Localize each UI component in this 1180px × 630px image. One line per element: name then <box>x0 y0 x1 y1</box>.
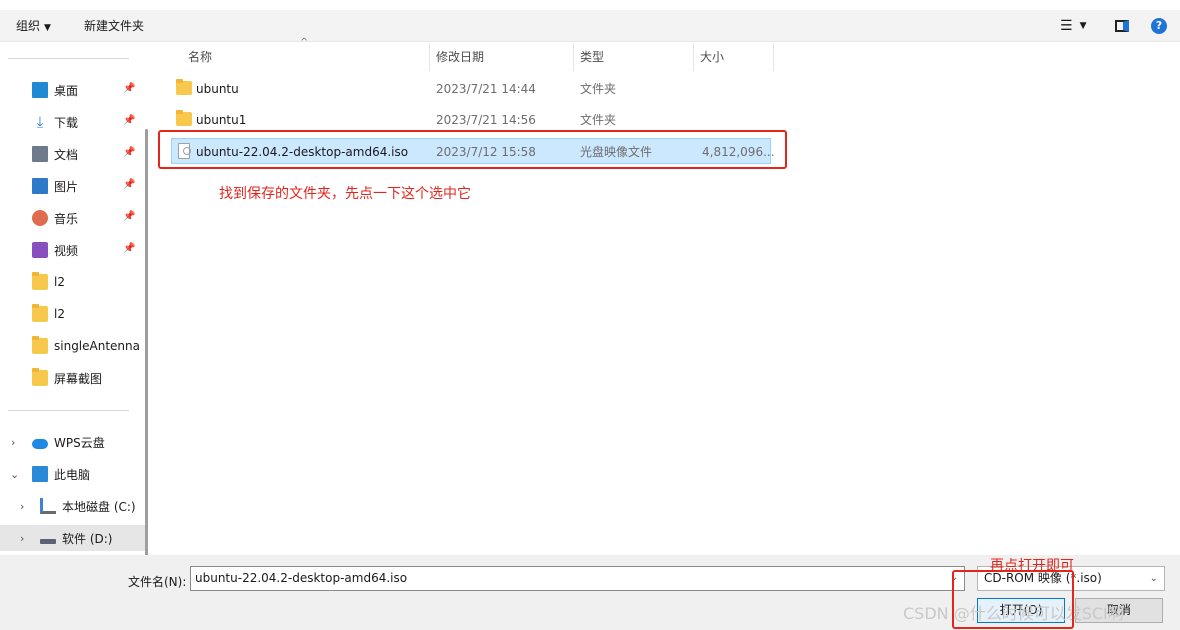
toolbar: 组织 ▼ 新建文件夹 ☰ ▼ ? <box>0 10 1180 42</box>
nav-item-this-pc[interactable]: ⌄ 此电脑 <box>0 461 145 487</box>
pictures-icon <box>32 178 48 194</box>
nav-item-downloads[interactable]: ⤓ 下载 📌 <box>0 109 145 135</box>
nav-item-label: 此电脑 <box>54 467 91 482</box>
column-divider[interactable] <box>429 43 430 71</box>
file-list: ^ 名称 修改日期 类型 大小 ubuntu 2023/7/21 14:44 文… <box>155 37 1180 555</box>
column-header-modified[interactable]: 修改日期 <box>436 43 566 71</box>
nav-scrollbar[interactable] <box>145 129 148 557</box>
chevron-right-icon[interactable]: › <box>11 436 15 449</box>
nav-item-folder-screenshots[interactable]: 屏幕截图 <box>0 365 145 391</box>
nav-divider <box>8 58 129 59</box>
nav-item-label: singleAntenna <box>54 339 140 353</box>
folder-icon <box>32 272 48 290</box>
folder-icon <box>176 79 192 95</box>
nav-item-folder-l2[interactable]: l2 <box>0 269 145 295</box>
pin-icon[interactable]: 📌 <box>123 115 135 127</box>
computer-icon <box>32 466 48 482</box>
music-icon <box>32 210 48 226</box>
nav-item-label: 图片 <box>54 179 79 194</box>
view-options-button[interactable]: ☰ ▼ <box>1060 16 1086 36</box>
nav-item-label: 文档 <box>54 147 79 162</box>
desktop-icon <box>32 82 48 98</box>
drive-icon <box>40 498 56 514</box>
nav-item-videos[interactable]: 视频 📌 <box>0 237 145 263</box>
file-name: ubuntu <box>196 82 239 96</box>
nav-item-label: 桌面 <box>54 83 79 98</box>
nav-item-pictures[interactable]: 图片 📌 <box>0 173 145 199</box>
nav-item-label: 软件 (D:) <box>62 531 113 546</box>
nav-item-documents[interactable]: 文档 📌 <box>0 141 145 167</box>
nav-item-label: 下载 <box>54 115 79 130</box>
filename-input[interactable]: ubuntu-22.04.2-desktop-amd64.iso <box>190 566 965 591</box>
file-type: 文件夹 <box>580 82 617 96</box>
nav-item-label: l2 <box>54 307 65 321</box>
nav-item-software-disk-d[interactable]: › 软件 (D:) <box>0 525 145 551</box>
nav-item-label: 本地磁盘 (C:) <box>62 499 136 514</box>
column-divider[interactable] <box>773 43 774 71</box>
pin-icon[interactable]: 📌 <box>123 243 135 255</box>
column-divider[interactable] <box>693 43 694 71</box>
dialog-footer: 文件名(N): ubuntu-22.04.2-desktop-amd64.iso… <box>0 555 1180 630</box>
nav-item-music[interactable]: 音乐 📌 <box>0 205 145 231</box>
column-header-name[interactable]: 名称 <box>188 43 428 71</box>
organize-label: 组织 <box>16 19 41 33</box>
nav-item-folder-singleantenna[interactable]: singleAntenna <box>0 333 145 359</box>
file-modified: 2023/7/21 14:44 <box>436 82 536 96</box>
nav-item-local-disk-c[interactable]: › 本地磁盘 (C:) <box>0 493 145 519</box>
nav-item-label: 音乐 <box>54 211 79 226</box>
annotation-highlight-box <box>158 130 787 169</box>
help-icon: ? <box>1151 18 1167 34</box>
folder-icon <box>32 304 48 322</box>
pin-icon[interactable]: 📌 <box>123 211 135 223</box>
chevron-right-icon[interactable]: › <box>20 532 24 545</box>
folder-icon <box>176 110 192 126</box>
document-icon <box>32 146 48 162</box>
download-icon: ⤓ <box>36 113 44 131</box>
chevron-right-icon[interactable]: › <box>20 500 24 513</box>
preview-pane-icon <box>1115 20 1129 32</box>
nav-divider <box>8 410 129 411</box>
nav-item-desktop[interactable]: 桌面 📌 <box>0 77 145 103</box>
preview-pane-button[interactable] <box>1115 16 1129 36</box>
drive-icon <box>40 538 56 544</box>
organize-button[interactable]: 组织 ▼ <box>16 16 51 36</box>
nav-item-label: 视频 <box>54 243 79 258</box>
folder-icon <box>32 336 48 354</box>
chevron-down-icon[interactable]: ⌄ <box>10 468 19 481</box>
nav-item-label: l2 <box>54 275 65 289</box>
nav-item-wps-cloud[interactable]: › WPS云盘 <box>0 429 145 455</box>
nav-item-folder-l2-2[interactable]: l2 <box>0 301 145 327</box>
chevron-down-icon: ⌄ <box>1149 573 1158 584</box>
pin-icon[interactable]: 📌 <box>123 147 135 159</box>
chevron-down-icon: ▼ <box>1079 21 1087 31</box>
list-view-icon: ☰ <box>1060 18 1073 34</box>
filename-label: 文件名(N): <box>128 575 187 589</box>
chevron-down-icon: ▼ <box>44 23 51 33</box>
column-divider[interactable] <box>573 43 574 71</box>
cloud-icon <box>32 438 48 449</box>
pin-icon[interactable]: 📌 <box>123 179 135 191</box>
new-folder-button[interactable]: 新建文件夹 <box>84 16 144 36</box>
column-header-size[interactable]: 大小 <box>700 43 770 71</box>
pin-icon[interactable]: 📌 <box>123 83 135 95</box>
file-row[interactable]: ubuntu 2023/7/21 14:44 文件夹 <box>171 76 771 102</box>
nav-item-label: 屏幕截图 <box>54 371 103 386</box>
navigation-pane: 桌面 📌 ⤓ 下载 📌 文档 📌 图片 📌 音乐 📌 视频 📌 l2 l2 si… <box>0 43 155 557</box>
annotation-select-hint: 找到保存的文件夹，先点一下这个选中它 <box>219 186 471 202</box>
video-icon <box>32 242 48 258</box>
annotation-open-box <box>952 570 1074 629</box>
nav-item-label: WPS云盘 <box>54 435 105 450</box>
help-button[interactable]: ? <box>1151 16 1167 36</box>
column-header-type[interactable]: 类型 <box>580 43 690 71</box>
folder-icon <box>32 368 48 386</box>
